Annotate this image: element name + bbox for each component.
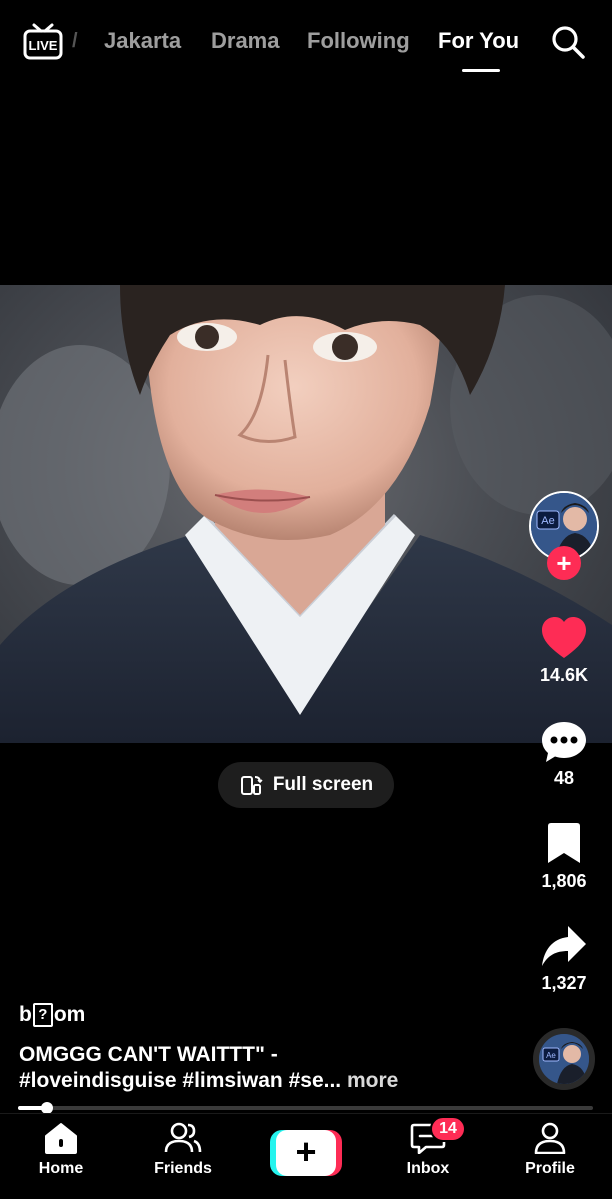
like-count: 14.6K [539,665,589,685]
tab-jakarta[interactable]: Jakarta [104,28,181,54]
comment-count: 48 [553,768,575,788]
full-screen-button[interactable]: Full screen [218,762,394,808]
rotate-phone-icon [240,776,263,795]
inbox-unread-badge: 14 [430,1116,466,1142]
video-progress-bar[interactable] [18,1102,593,1114]
share-count: 1,327 [541,973,587,993]
username-missing-glyph: ? [32,1003,53,1027]
friends-icon [164,1122,202,1153]
nav-friends[interactable]: Friends [133,1122,233,1178]
music-disc[interactable]: Ae [533,1028,595,1090]
caption-line-2: #loveindisguise #limsiwan #se... more [19,1069,398,1093]
save-count: 1,806 [541,871,587,891]
live-tv-icon[interactable]: LIVE [22,22,64,62]
nav-home[interactable]: Home [11,1122,111,1178]
active-tab-indicator [462,69,500,72]
nav-inbox-label: Inbox [406,1160,450,1177]
comment-bubble-icon[interactable] [540,720,588,764]
caption-hashtags[interactable]: #loveindisguise #limsiwan #se... [19,1069,341,1092]
like-heart-icon[interactable] [540,616,588,660]
create-post-button[interactable]: + [270,1130,342,1176]
nav-profile-label: Profile [525,1160,575,1177]
plus-icon: + [276,1130,336,1176]
nav-inbox[interactable]: 14 Inbox [378,1116,478,1178]
creator-username[interactable]: b ? om [19,1003,85,1027]
username-suffix: om [53,1003,86,1026]
profile-person-icon [534,1122,566,1154]
username-prefix: b [19,1003,32,1026]
tab-following[interactable]: Following [307,28,410,54]
search-icon[interactable] [550,24,586,60]
tab-for-you[interactable]: For You [438,28,519,54]
disc-ae-text: Ae [546,1051,556,1060]
full-screen-label: Full screen [272,774,374,795]
caption-line-1: OMGGG CAN'T WAITTT" - [19,1043,278,1066]
follow-plus-button[interactable]: + [547,546,581,580]
tab-drama[interactable]: Drama [211,28,279,54]
plus-icon: + [556,548,572,578]
top-navigation: LIVE / Jakarta Drama Following For You [0,0,612,90]
home-icon [45,1123,77,1154]
music-disc-image: Ae [539,1034,589,1084]
caption-more-link[interactable]: more [347,1069,398,1092]
nav-profile[interactable]: Profile [500,1122,600,1178]
nav-friends-label: Friends [154,1160,212,1177]
avatar-ae-text: Ae [541,515,554,527]
live-label: LIVE [29,38,58,53]
bookmark-icon[interactable] [540,823,588,867]
nav-home-label: Home [38,1160,84,1177]
bottom-navigation: Home Friends + 14 Inbox Profile [0,1113,612,1199]
nav-fade-divider: / [72,30,78,52]
share-arrow-icon[interactable] [540,924,588,968]
